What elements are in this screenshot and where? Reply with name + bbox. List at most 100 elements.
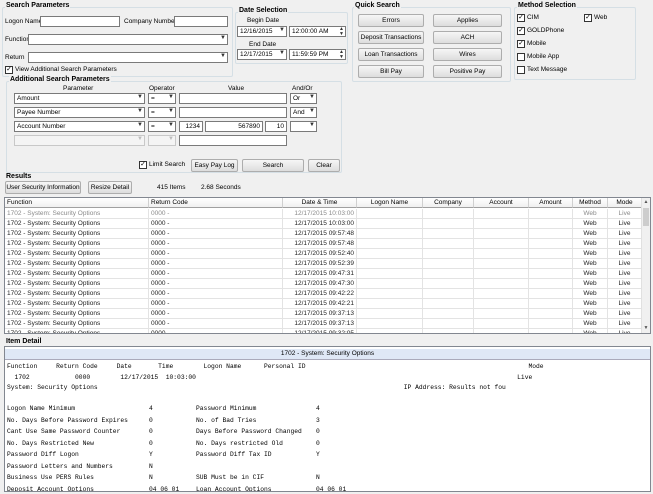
cell-return-code: 0000 - [149, 239, 283, 249]
param-row2-parameter[interactable]: Payee Number ▼ [14, 107, 145, 118]
loan-transactions-button[interactable]: Loan Transactions [358, 48, 424, 61]
chevron-down-icon: ▼ [168, 94, 174, 100]
detail-field-value: 0 [149, 416, 153, 424]
cell-function: 1702 - System: Security Options [5, 329, 149, 333]
mobile-app-checkbox[interactable] [517, 53, 525, 61]
text-message-checkbox[interactable] [517, 66, 525, 74]
resize-detail-button[interactable]: Resize Detail [88, 181, 132, 194]
quick-search-title: Quick Search [354, 2, 401, 9]
user-security-button[interactable]: User Security Information [5, 181, 81, 194]
end-time-spinner[interactable]: 11:59:59 PM ▲ ▼ [289, 49, 346, 60]
applies-button[interactable]: Applies [433, 14, 502, 27]
cim-checkbox[interactable]: ✓ [517, 14, 525, 22]
web-label: Web [594, 14, 608, 21]
param-row1-parameter[interactable]: Amount ▼ [14, 93, 145, 104]
table-row[interactable]: 1702 - System: Security Options 0000 -12/… [5, 309, 642, 319]
cell-logon-name [357, 279, 423, 289]
results-grid[interactable]: Function Return Code Date & Time Logon N… [4, 197, 651, 334]
param-row3-value1[interactable]: 1234 [179, 121, 203, 132]
elapsed-time: 2.68 Seconds [201, 184, 241, 191]
cell-function: 1702 - System: Security Options [5, 229, 149, 239]
search-button[interactable]: Search [242, 159, 304, 172]
table-row[interactable]: 1702 - System: Security Options 0000 -12/… [5, 219, 642, 229]
table-row[interactable]: 1702 - System: Security Options 0000 -12/… [5, 269, 642, 279]
begin-date-label: Begin Date [247, 17, 280, 24]
table-row[interactable]: 1702 - System: Security Options 0000 -12/… [5, 299, 642, 309]
table-row[interactable]: 1702 - System: Security Options 0000 -12/… [5, 249, 642, 259]
param-row3-parameter[interactable]: Account Number ▼ [14, 121, 145, 132]
param-row2-value[interactable] [179, 107, 287, 118]
positive-pay-button[interactable]: Positive Pay [433, 65, 502, 78]
table-row[interactable]: 1702 - System: Security Options 0000 -12/… [5, 209, 642, 219]
col-function[interactable]: Function [5, 198, 149, 208]
col-mode[interactable]: Mode [608, 198, 642, 208]
begin-date-picker[interactable]: 12/16/2015 ▼ [237, 26, 287, 37]
param-row2-operator[interactable]: = ▼ [148, 107, 176, 118]
scroll-down-icon[interactable]: ▼ [642, 324, 650, 333]
param-row3-andor[interactable]: ▼ [290, 121, 317, 132]
chevron-down-icon: ▼ [309, 122, 315, 128]
table-row[interactable]: 1702 - System: Security Options 0000 -12/… [5, 279, 642, 289]
col-logon-name[interactable]: Logon Name [357, 198, 423, 208]
col-return-code[interactable]: Return Code [149, 198, 283, 208]
bill-pay-button[interactable]: Bill Pay [358, 65, 424, 78]
detail-field-label: Password Minimum [196, 405, 257, 412]
param-row4-value[interactable] [179, 135, 287, 146]
table-row[interactable]: 1702 - System: Security Options 0000 -12/… [5, 319, 642, 329]
company-number-input[interactable] [174, 16, 228, 27]
deposit-transactions-button[interactable]: Deposit Transactions [358, 31, 424, 44]
scroll-thumb[interactable] [643, 208, 649, 226]
errors-button[interactable]: Errors [358, 14, 424, 27]
cell-datetime: 12/17/2015 09:42:21 [283, 299, 357, 309]
logon-name-input[interactable] [40, 16, 120, 27]
table-row[interactable]: 1702 - System: Security Options 0000 -12/… [5, 329, 642, 333]
cell-amount [529, 259, 573, 269]
view-additional-label: View Additional Search Parameters [15, 66, 117, 73]
results-scrollbar[interactable]: ▲ ▼ [641, 198, 650, 333]
scroll-up-icon[interactable]: ▲ [642, 198, 650, 207]
end-date-picker[interactable]: 12/17/2015 ▼ [237, 49, 287, 60]
param-row2-andor[interactable]: And ▼ [290, 107, 317, 118]
param-row3-operator[interactable]: = ▼ [148, 121, 176, 132]
mobile-checkbox[interactable]: ✓ [517, 40, 525, 48]
detail-field-value: 0 [316, 428, 320, 435]
cell-datetime: 12/17/2015 09:42:22 [283, 289, 357, 299]
cell-return-code: 0000 - [149, 309, 283, 319]
cell-mode: Live [608, 219, 642, 229]
param-row1-operator[interactable]: = ▼ [148, 93, 176, 104]
param-row1-andor[interactable]: Or ▼ [290, 93, 317, 104]
col-amount[interactable]: Amount [529, 198, 573, 208]
param-row3-value3[interactable]: 10 [265, 121, 287, 132]
wires-button[interactable]: Wires [433, 48, 502, 61]
chevron-down-icon: ▼ [220, 35, 226, 41]
item-detail-panel[interactable]: 1702 - System: Security Options Function… [4, 346, 651, 492]
items-count: 415 Items [157, 184, 186, 191]
col-company[interactable]: Company [423, 198, 474, 208]
easy-pay-log-button[interactable]: Easy Pay Log [191, 159, 238, 172]
cell-company [423, 309, 474, 319]
col-account[interactable]: Account [474, 198, 529, 208]
col-method[interactable]: Method [573, 198, 608, 208]
cell-return-code: 0000 - [149, 319, 283, 329]
table-row[interactable]: 1702 - System: Security Options 0000 -12/… [5, 239, 642, 249]
col-datetime[interactable]: Date & Time [283, 198, 357, 208]
cell-return-code: 0000 - [149, 259, 283, 269]
return-dropdown[interactable]: ▼ [28, 52, 228, 63]
view-additional-checkbox[interactable]: ✓ [5, 66, 13, 74]
table-row[interactable]: 1702 - System: Security Options 0000 -12/… [5, 259, 642, 269]
param-row3-value2[interactable]: 567890 [205, 121, 263, 132]
function-dropdown[interactable]: ▼ [28, 34, 228, 45]
cell-company [423, 289, 474, 299]
table-row[interactable]: 1702 - System: Security Options 0000 -12/… [5, 229, 642, 239]
clear-button[interactable]: Clear [308, 159, 340, 172]
table-row[interactable]: 1702 - System: Security Options 0000 -12/… [5, 289, 642, 299]
goldphone-checkbox[interactable]: ✓ [517, 27, 525, 35]
ach-button[interactable]: ACH [433, 31, 502, 44]
begin-time-spinner[interactable]: 12:00:00 AM ▲ ▼ [289, 26, 346, 37]
cell-amount [529, 249, 573, 259]
cell-method: Web [573, 219, 608, 229]
web-checkbox[interactable]: ✓ [584, 14, 592, 22]
param-row1-value[interactable] [179, 93, 287, 104]
cell-return-code: 0000 - [149, 209, 283, 219]
limit-search-checkbox[interactable]: ✓ [139, 161, 147, 169]
